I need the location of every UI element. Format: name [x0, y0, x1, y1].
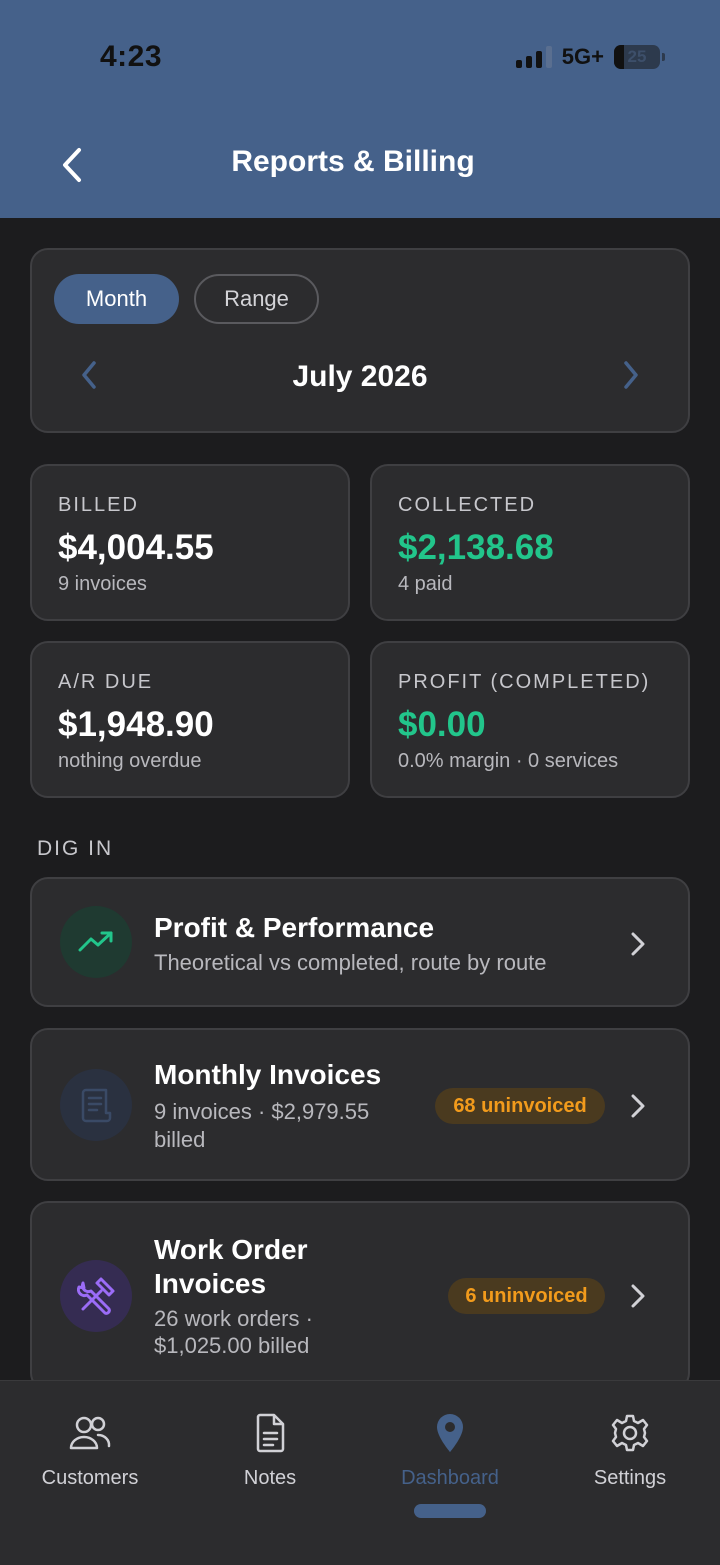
- notes-icon: [180, 1411, 360, 1455]
- stat-value: $0.00: [398, 705, 486, 744]
- customers-icon: [0, 1411, 180, 1455]
- network-type: 5G+: [561, 44, 604, 69]
- stat-value: $4,004.55: [58, 528, 214, 567]
- chevron-right-icon: [626, 929, 650, 959]
- work-order-invoices-link[interactable]: Work Order Invoices 26 work orders · $1,…: [30, 1201, 690, 1391]
- month-toggle[interactable]: Month: [54, 274, 179, 324]
- page-title: Reports & Billing: [231, 145, 475, 178]
- stat-label: COLLECTED: [398, 494, 537, 516]
- tab-label: Notes: [243, 1467, 297, 1489]
- link-subtitle-line1: 9 invoices · $2,979.55: [154, 1099, 370, 1124]
- stat-label: BILLED: [58, 494, 139, 516]
- signal-icon: [515, 46, 552, 68]
- link-title-line2: Invoices: [154, 1268, 267, 1299]
- tab-customers[interactable]: Customers: [0, 1411, 180, 1490]
- link-subtitle: Theoretical vs completed, route by route: [154, 950, 547, 975]
- link-subtitle-line1: 26 work orders ·: [154, 1306, 313, 1331]
- next-period-button[interactable]: [616, 360, 646, 390]
- link-title: Profit & Performance: [154, 912, 435, 943]
- chevron-right-icon: [626, 1091, 650, 1121]
- status-indicators: 5G+ 25: [515, 44, 665, 70]
- stat-subtext: 4 paid: [398, 573, 453, 595]
- tab-dashboard[interactable]: Dashboard: [360, 1411, 540, 1490]
- stat-value: $1,948.90: [58, 705, 214, 744]
- bottom-tab-bar: Customers Notes Dashboard Settings: [0, 1380, 720, 1565]
- uninvoiced-badge: 6 uninvoiced: [448, 1278, 605, 1314]
- gear-icon: [540, 1411, 720, 1455]
- range-toggle[interactable]: Range: [194, 274, 319, 324]
- stat-card-profit: PROFIT (COMPLETED) $0.00 0.0% margin · 0…: [370, 641, 690, 798]
- status-time: 4:23: [100, 40, 163, 73]
- link-subtitle-line2: $1,025.00 billed: [154, 1333, 310, 1358]
- stat-card-collected: COLLECTED $2,138.68 4 paid: [370, 464, 690, 621]
- stat-subtext: 0.0% margin · 0 services: [398, 750, 619, 772]
- map-pin-icon: [360, 1411, 540, 1455]
- uninvoiced-badge: 68 uninvoiced: [435, 1088, 605, 1124]
- header-bar: 4:23 5G+ 25 Reports & Billing: [0, 0, 720, 218]
- chevron-right-icon: [624, 361, 638, 389]
- link-subtitle-line2: billed: [154, 1127, 206, 1152]
- stat-label: PROFIT (COMPLETED): [398, 671, 651, 693]
- receipt-icon: [60, 1069, 132, 1141]
- battery-level: 25: [627, 47, 647, 66]
- section-label-dig-in: DIG IN: [37, 837, 114, 860]
- link-title: Monthly Invoices: [154, 1059, 382, 1090]
- stat-subtext: nothing overdue: [58, 750, 202, 772]
- tab-settings[interactable]: Settings: [540, 1411, 720, 1490]
- link-title-line1: Work Order: [154, 1234, 308, 1265]
- period-selector-card: Month Range July 2026: [30, 248, 690, 433]
- stat-label: A/R DUE: [58, 671, 154, 693]
- tools-icon: [60, 1260, 132, 1332]
- tab-label: Dashboard: [401, 1467, 499, 1489]
- active-tab-indicator: [414, 1504, 486, 1518]
- battery-icon: 25: [614, 45, 665, 69]
- monthly-invoices-link[interactable]: Monthly Invoices 9 invoices · $2,979.55 …: [30, 1028, 690, 1181]
- tab-label: Settings: [593, 1467, 667, 1489]
- trending-up-icon: [60, 906, 132, 978]
- stat-subtext: 9 invoices: [58, 573, 147, 595]
- stat-card-billed: BILLED $4,004.55 9 invoices: [30, 464, 350, 621]
- chevron-right-icon: [626, 1281, 650, 1311]
- stat-card-ar-due: A/R DUE $1,948.90 nothing overdue: [30, 641, 350, 798]
- tab-notes[interactable]: Notes: [180, 1411, 360, 1490]
- period-label: July 2026: [292, 360, 428, 393]
- tab-label: Customers: [41, 1467, 139, 1489]
- stat-value: $2,138.68: [398, 528, 554, 567]
- profit-performance-link[interactable]: Profit & Performance Theoretical vs comp…: [30, 877, 690, 1007]
